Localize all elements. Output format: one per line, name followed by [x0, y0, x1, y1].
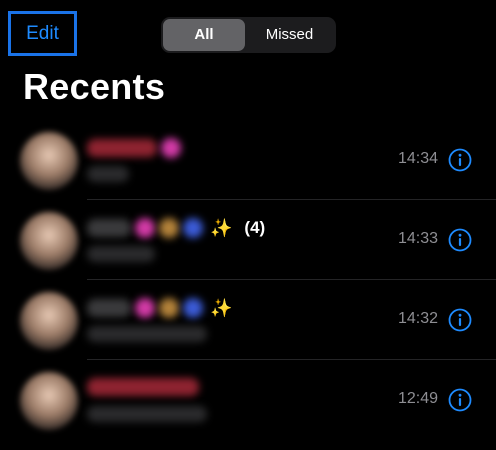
- list-item[interactable]: ✨ (4) 14:33: [0, 200, 496, 280]
- avatar: [20, 212, 78, 270]
- contact-name: ✨ (4): [87, 218, 265, 238]
- call-time: 14:33: [397, 230, 438, 247]
- call-time: 12:49: [397, 390, 438, 407]
- recents-list: 14:34 ✨ (4) 14:33 ✨ 14:32 12:49: [0, 120, 496, 440]
- call-type-label: [87, 246, 155, 262]
- list-item[interactable]: 12:49: [0, 360, 496, 440]
- blurred-name: [87, 299, 131, 317]
- blurred-name: [87, 378, 199, 396]
- call-time: 14:32: [397, 310, 438, 327]
- call-time: 14:34: [397, 150, 438, 167]
- avatar: [20, 372, 78, 430]
- call-count: (4): [244, 218, 266, 237]
- emoji-badge: [135, 218, 155, 238]
- segment-missed[interactable]: Missed: [245, 19, 334, 51]
- contact-name: [87, 138, 181, 158]
- page-title: Recents: [23, 66, 166, 107]
- info-icon[interactable]: [448, 228, 472, 252]
- segment-all[interactable]: All: [163, 19, 245, 51]
- list-item[interactable]: ✨ 14:32: [0, 280, 496, 360]
- emoji-badge: [161, 138, 181, 158]
- emoji-badge: [135, 298, 155, 318]
- blurred-name: [87, 139, 157, 157]
- avatar: [20, 292, 78, 350]
- list-item[interactable]: 14:34: [0, 120, 496, 200]
- navigation-bar: Edit All Missed: [0, 0, 496, 64]
- contact-name: ✨: [87, 298, 232, 318]
- sparkles-icon: ✨: [210, 298, 233, 318]
- call-filter-segmented-control[interactable]: All Missed: [161, 17, 336, 53]
- info-icon[interactable]: [448, 148, 472, 172]
- sparkles-icon: ✨: [210, 218, 233, 238]
- call-type-label: [87, 166, 129, 182]
- contact-name: [87, 378, 199, 396]
- call-type-label: [87, 326, 207, 342]
- emoji-badge: [159, 298, 179, 318]
- call-type-label: [87, 406, 207, 422]
- info-icon[interactable]: [448, 308, 472, 332]
- blurred-name: [87, 219, 131, 237]
- avatar: [20, 132, 78, 190]
- edit-button[interactable]: Edit: [8, 11, 77, 56]
- emoji-badge: [183, 218, 203, 238]
- emoji-badge: [159, 218, 179, 238]
- info-icon[interactable]: [448, 388, 472, 412]
- emoji-badge: [183, 298, 203, 318]
